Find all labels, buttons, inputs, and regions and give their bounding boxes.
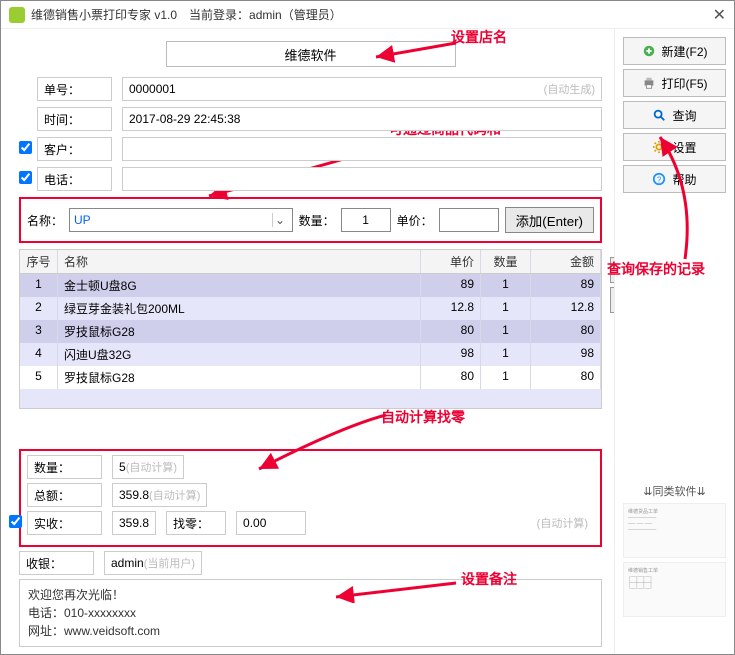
col-amt: 金额 <box>531 250 601 273</box>
label-total-qty: 数量： <box>27 455 102 479</box>
main-panel: 设置店名 可通过商品代码和 名称快速搜索商品 金额和数量自动汇总 自动计算找零 … <box>1 29 614 654</box>
col-idx: 序号 <box>20 250 58 273</box>
col-name: 名称 <box>58 250 421 273</box>
label-customer: 客户： <box>37 137 112 161</box>
time-field[interactable]: 2017-08-29 22:45:38 <box>122 107 602 131</box>
remarks-box[interactable]: 欢迎您再次光临！ 电话：010-xxxxxxxx 网址：www.veidsoft… <box>19 579 602 647</box>
total-amt-field: 359.8(自动计算) <box>112 483 207 507</box>
cashier-field: admin(当前用户) <box>104 551 202 575</box>
table-row[interactable]: 3罗技鼠标G2880180 <box>20 320 601 343</box>
label-order-no: 单号： <box>37 77 112 101</box>
window-title: 维德销售小票打印专家 v1.0 当前登录：admin（管理员） <box>31 6 342 23</box>
settings-button[interactable]: 设置 <box>623 133 726 161</box>
order-no-field[interactable]: 0000001 (自动生成) <box>122 77 602 101</box>
col-price: 单价 <box>421 250 481 273</box>
add-button[interactable]: 添加(Enter) <box>505 207 594 233</box>
search-icon <box>652 108 666 122</box>
total-qty-field: 5(自动计算) <box>112 455 184 479</box>
titlebar: 维德销售小票打印专家 v1.0 当前登录：admin（管理员） ✕ <box>1 1 734 29</box>
annot-sum2: 自动计算找零 <box>381 407 465 427</box>
printer-icon <box>642 76 656 90</box>
chevron-down-icon[interactable]: ⌄ <box>272 213 288 227</box>
app-window: 维德销售小票打印专家 v1.0 当前登录：admin（管理员） ✕ 设置店名 可… <box>0 0 735 655</box>
table-row[interactable]: 2绿豆芽金装礼包200ML12.8112.8 <box>20 297 601 320</box>
entry-box: 名称： UP ⌄ 数量： 单价： 添加(Enter) <box>19 197 602 243</box>
items-table: 序号 名称 单价 数量 金额 1金士顿U盘8G891892绿豆芽金装礼包200M… <box>19 249 602 409</box>
price-input[interactable] <box>439 208 499 232</box>
help-button[interactable]: ? 帮助 <box>623 165 726 193</box>
gear-icon <box>652 140 666 154</box>
thumb-1[interactable]: 维德货品工单────────── ── ────────── <box>623 503 726 558</box>
query-button[interactable]: 查询 <box>623 101 726 129</box>
name-combo[interactable]: UP ⌄ <box>69 208 293 232</box>
annot-query: 查询保存的记录 <box>607 259 735 279</box>
thumb-2[interactable]: 维德销售工单┌─┬─┬─┐├─┼─┼─┤└─┴─┴─┘ <box>623 562 726 617</box>
app-icon <box>9 7 25 23</box>
svg-text:?: ? <box>657 176 662 185</box>
table-row[interactable]: 1金士顿U盘8G89189 <box>20 274 601 297</box>
label-cashier: 收银： <box>19 551 94 575</box>
plus-icon <box>642 44 656 58</box>
new-button[interactable]: 新建(F2) <box>623 37 726 65</box>
label-phone: 电话： <box>37 167 112 191</box>
change-field: 0.00 <box>236 511 306 535</box>
label-name: 名称： <box>27 212 63 229</box>
customer-field[interactable] <box>122 137 602 161</box>
label-qty: 数量： <box>299 212 335 229</box>
col-qty: 数量 <box>481 250 531 273</box>
side-panel: 新建(F2) 打印(F5) 查询 设置 ? 帮助 查询保存的记录 ⇊同类软件⇊ … <box>614 29 734 654</box>
label-price: 单价： <box>397 212 433 229</box>
label-time: 时间： <box>37 107 112 131</box>
print-button[interactable]: 打印(F5) <box>623 69 726 97</box>
phone-field[interactable] <box>122 167 602 191</box>
qty-input[interactable] <box>341 208 391 232</box>
table-row[interactable]: 4闪迪U盘32G98198 <box>20 343 601 366</box>
similar-label: ⇊同类软件⇊ <box>623 483 726 499</box>
store-name-input[interactable] <box>166 41 456 67</box>
received-checkbox[interactable] <box>9 515 22 528</box>
summary-box: 数量： 5(自动计算) 总额： 359.8(自动计算) 实收： 359.8 找零… <box>19 449 602 547</box>
close-icon[interactable]: ✕ <box>713 5 726 25</box>
label-change: 找零： <box>166 511 226 535</box>
table-row[interactable]: 5罗技鼠标G2880180 <box>20 366 601 389</box>
phone-checkbox[interactable] <box>19 171 32 184</box>
label-total-amt: 总额： <box>27 483 102 507</box>
customer-checkbox[interactable] <box>19 141 32 154</box>
help-icon: ? <box>652 172 666 186</box>
label-received: 实收： <box>27 511 102 535</box>
received-field[interactable]: 359.8 <box>112 511 156 535</box>
